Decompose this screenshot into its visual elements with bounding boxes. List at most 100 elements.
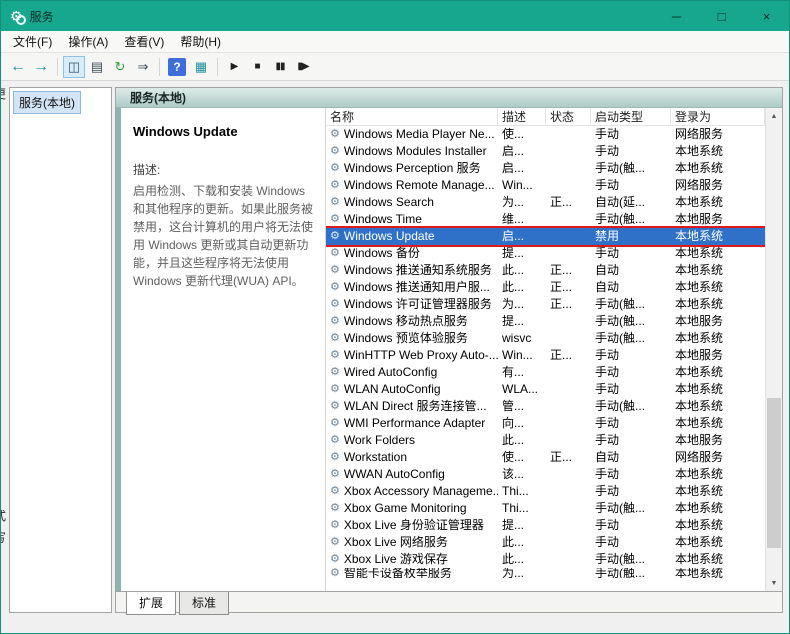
list-view-icon[interactable]: ▦ — [190, 56, 212, 78]
cell-name: ⚙ Xbox Live 网络服务 — [326, 534, 498, 551]
scroll-down-icon[interactable]: ▼ — [766, 575, 782, 591]
cell-logon-as: 本地系统 — [675, 467, 724, 481]
column-header-desc[interactable]: 描述 — [498, 108, 546, 125]
scrollbar-thumb[interactable] — [767, 397, 781, 548]
cell-description: 使... — [502, 450, 525, 464]
menu-item-help[interactable]: 帮助(H) — [172, 31, 229, 52]
cell-name: ⚙ Windows 推送通知系统服务 — [326, 262, 498, 279]
table-row[interactable]: ⚙ Xbox Live 网络服务 此... 手动 本地系统 — [326, 534, 765, 551]
stop-service-icon[interactable]: ■ — [246, 56, 268, 78]
table-row[interactable]: ⚙ Windows 移动热点服务 提... 手动(触... 本地服务 — [326, 313, 765, 330]
cell-description: 提... — [502, 246, 525, 260]
help-icon[interactable]: ? — [168, 57, 186, 76]
table-row[interactable]: ⚙ Xbox Accessory Manageme... Thi... 手动 本地系统 — [326, 483, 765, 500]
table-row[interactable]: ⚙ Windows Perception 服务 启... 手动(触... 本地系统 — [326, 160, 765, 177]
minimize-button[interactable]: ─ — [654, 1, 699, 31]
menu-item-file[interactable]: 文件(F) — [5, 31, 60, 52]
cell-startup-type: 禁用 — [595, 229, 620, 243]
table-row[interactable]: ⚙ WLAN AutoConfig WLA... 手动 本地系统 — [326, 381, 765, 398]
cell-name: ⚙ Work Folders — [326, 432, 498, 449]
table-row[interactable]: ⚙ WLAN Direct 服务连接管... 管... 手动(触... 本地系统 — [326, 398, 765, 415]
cell-description: 该... — [502, 467, 525, 481]
cell-name: ⚙ Wired AutoConfig — [326, 364, 498, 381]
column-header-type[interactable]: 启动类型 — [591, 108, 671, 125]
cell-status — [546, 364, 591, 381]
services-app-icon: ⚙ — [10, 8, 26, 25]
column-header-logon[interactable]: 登录为 — [671, 108, 765, 125]
cell-status — [546, 415, 591, 432]
console-tree-panel: 服务(本地) — [9, 87, 112, 613]
cell-startup-type: 手动 — [595, 518, 620, 532]
tab-standard[interactable]: 标准 — [179, 592, 230, 615]
table-row[interactable]: ⚙ Xbox Live 游戏保存 此... 手动(触... 本地系统 — [326, 551, 765, 568]
table-row[interactable]: ⚙ Windows Modules Installer 启... 手动 本地系统 — [326, 143, 765, 160]
scroll-up-icon[interactable]: ▲ — [766, 108, 782, 124]
table-row[interactable]: ⚙ Work Folders 此... 手动 本地服务 — [326, 432, 765, 449]
list-header: 名称 描述 状态 启动类型 登录为 — [326, 108, 765, 126]
service-name-text: Windows 许可证管理器服务 — [343, 297, 492, 311]
restart-service-icon[interactable]: ▮▶ — [292, 56, 314, 78]
table-row[interactable]: ⚙ Windows 预览体验服务 wisvc 手动(触... 本地系统 — [326, 330, 765, 347]
background-text-fragment: 更 — [1, 85, 8, 102]
cell-description: 此... — [502, 552, 525, 566]
table-row[interactable]: ⚙ Xbox Live 身份验证管理器 提... 手动 本地系统 — [326, 517, 765, 534]
refresh-icon[interactable]: ↻ — [109, 56, 131, 78]
table-row[interactable]: ⚙ Wired AutoConfig 有... 手动 本地系统 — [326, 364, 765, 381]
cell-status — [546, 466, 591, 483]
cell-logon-as: 本地系统 — [675, 229, 724, 243]
cell-description: 向... — [502, 416, 525, 430]
service-gear-icon: ⚙ — [330, 247, 340, 259]
tree-item-services-local[interactable]: 服务(本地) — [13, 91, 81, 114]
forward-icon[interactable]: → — [30, 56, 52, 78]
table-row[interactable]: ⚙ Windows Update 启... 禁用 本地系统 — [326, 226, 765, 247]
table-row[interactable]: ⚙ Windows Remote Manage... Win... 手动 网络服务 — [326, 177, 765, 194]
maximize-button[interactable]: □ — [699, 1, 744, 31]
table-row[interactable]: ⚙ Windows Media Player Ne... 使... 手动 网络服务 — [326, 126, 765, 143]
tab-extended[interactable]: 扩展 — [126, 592, 177, 615]
cell-status: 正... — [550, 280, 573, 294]
table-row[interactable]: ⚙ Xbox Game Monitoring Thi... 手动(触... 本地系统 — [326, 500, 765, 517]
column-header-status[interactable]: 状态 — [546, 108, 591, 125]
start-service-icon[interactable]: ▶ — [223, 56, 245, 78]
table-row[interactable]: ⚙ Windows 推送通知系统服务 此... 正... 自动 本地系统 — [326, 262, 765, 279]
service-gear-icon: ⚙ — [330, 332, 340, 344]
export-list-icon[interactable]: ⇒ — [132, 56, 154, 78]
menu-item-action[interactable]: 操作(A) — [60, 31, 116, 52]
cell-logon-as: 本地系统 — [675, 297, 724, 311]
table-row[interactable]: ⚙ Windows Search 为... 正... 自动(延... 本地系统 — [326, 194, 765, 211]
vertical-scrollbar[interactable]: ▲ ▼ — [765, 108, 782, 591]
table-row[interactable]: ⚙ WWAN AutoConfig 该... 手动 本地系统 — [326, 466, 765, 483]
cell-startup-type: 手动(触... — [595, 552, 645, 566]
menu-item-view[interactable]: 查看(V) — [116, 31, 172, 52]
toolbar-separator — [217, 57, 218, 76]
service-name-text: Windows 推送通知用户服... — [343, 280, 490, 294]
table-row[interactable]: ⚙ WinHTTP Web Proxy Auto-... Win... 正... 手动 本… — [326, 347, 765, 364]
cell-name: ⚙ Windows 预览体验服务 — [326, 330, 498, 347]
table-row[interactable]: ⚙ 智能卡设备枚举服务 为... 手动(触... 本地系统 — [326, 568, 765, 578]
cell-status — [546, 228, 591, 245]
pane-body: Windows Update 描述: 启用检测、下载和安装 Windows 和其… — [116, 108, 782, 591]
table-row[interactable]: ⚙ Windows 许可证管理器服务 为... 正... 手动(触... 本地系统 — [326, 296, 765, 313]
table-row[interactable]: ⚙ WMI Performance Adapter 向... 手动 本地系统 — [326, 415, 765, 432]
table-row[interactable]: ⚙ Windows 备份 提... 手动 本地系统 — [326, 245, 765, 262]
cell-name: ⚙ Xbox Accessory Manageme... — [326, 483, 498, 500]
selected-service-title: Windows Update — [133, 124, 238, 139]
cell-logon-as: 本地系统 — [675, 280, 724, 294]
service-name-text: Windows Search — [343, 195, 434, 209]
table-row[interactable]: ⚙ Windows Time 维... 手动(触... 本地服务 — [326, 211, 765, 228]
cell-name: ⚙ Windows 备份 — [326, 245, 498, 262]
table-row[interactable]: ⚙ Workstation 使... 正... 自动 网络服务 — [326, 449, 765, 466]
table-row[interactable]: ⚙ Windows 推送通知用户服... 此... 正... 自动 本地系统 — [326, 279, 765, 296]
pause-service-icon[interactable]: ▮▮ — [269, 56, 291, 78]
properties-icon[interactable]: ▤ — [86, 56, 108, 78]
column-header-name[interactable]: 名称 — [326, 108, 498, 125]
cell-name: ⚙ Workstation — [326, 449, 498, 466]
back-icon[interactable]: ← — [7, 56, 29, 78]
show-console-tree-icon[interactable]: ◫ — [63, 55, 85, 78]
cell-status: 正... — [550, 348, 573, 362]
cell-name: ⚙ Xbox Game Monitoring — [326, 500, 498, 517]
close-button[interactable]: × — [744, 1, 789, 31]
cell-description: 为... — [502, 195, 525, 209]
service-name-text: Xbox Live 身份验证管理器 — [343, 518, 484, 532]
cell-status — [546, 432, 591, 449]
